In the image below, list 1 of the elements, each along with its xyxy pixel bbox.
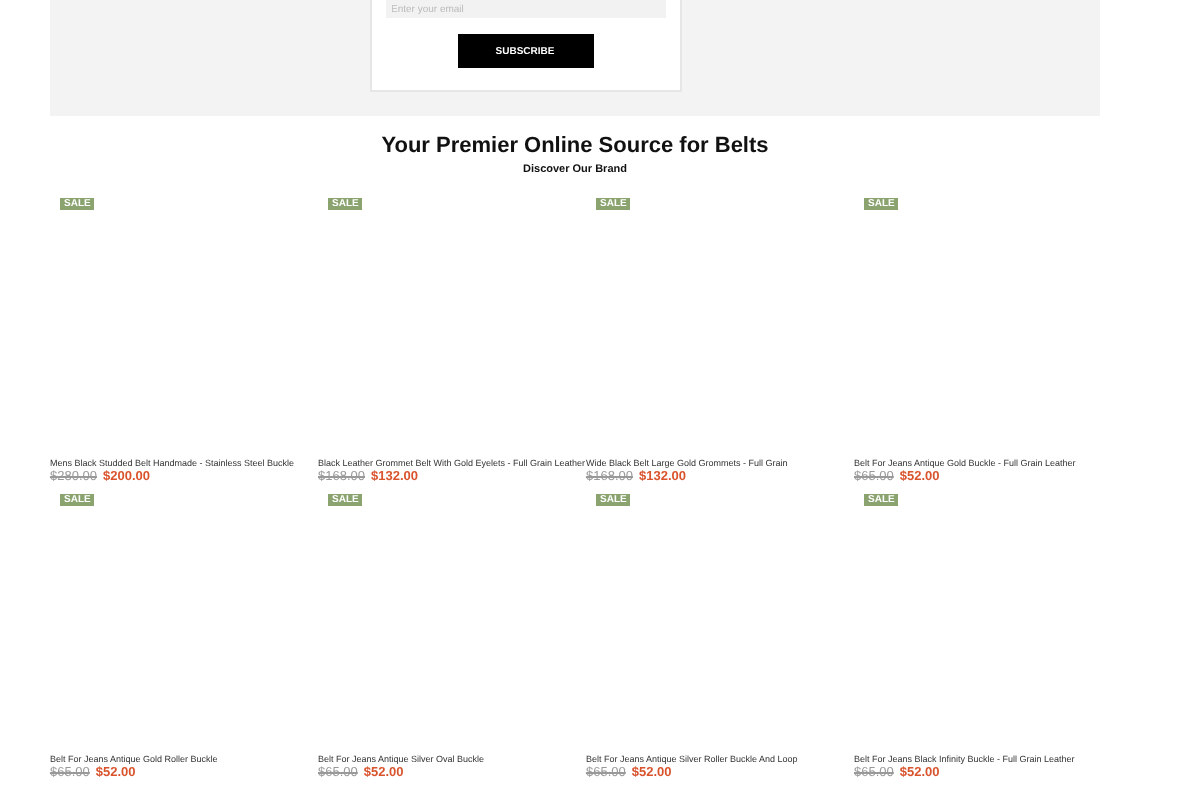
section-heading: Your Premier Online Source for Belts	[379, 134, 771, 160]
